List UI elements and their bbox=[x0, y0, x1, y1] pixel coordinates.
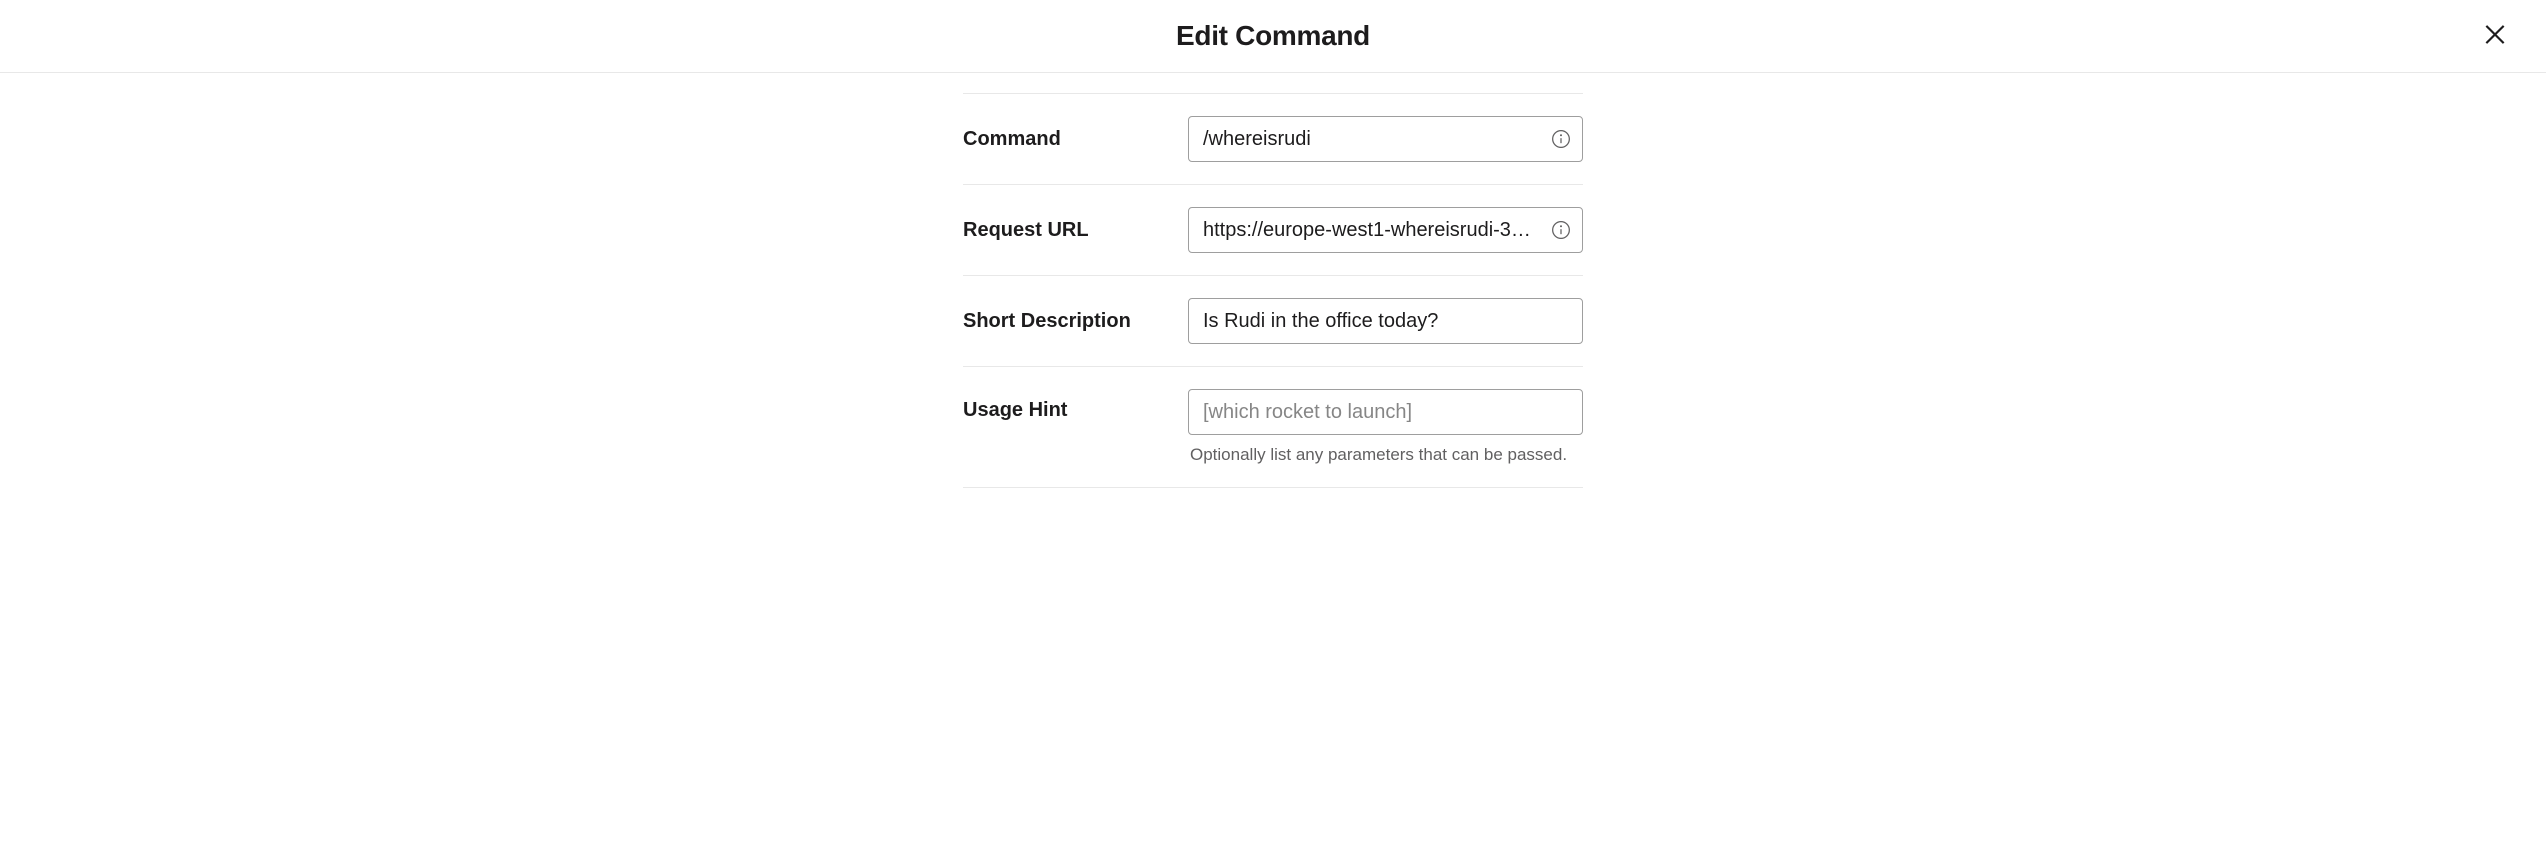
command-field bbox=[1188, 116, 1583, 162]
form-container: Command Request URL bbox=[963, 73, 1583, 488]
short-description-input[interactable] bbox=[1188, 298, 1583, 344]
close-icon bbox=[2482, 22, 2508, 51]
short-description-label: Short Description bbox=[963, 310, 1188, 333]
usage-hint-help-text: Optionally list any parameters that can … bbox=[1188, 445, 1583, 465]
usage-hint-label: Usage Hint bbox=[963, 389, 1188, 422]
command-row: Command bbox=[963, 93, 1583, 185]
usage-hint-row: Usage Hint Optionally list any parameter… bbox=[963, 367, 1583, 488]
short-description-input-wrapper bbox=[1188, 298, 1583, 344]
request-url-row: Request URL bbox=[963, 185, 1583, 276]
command-input[interactable] bbox=[1188, 116, 1583, 162]
usage-hint-field: Optionally list any parameters that can … bbox=[1188, 389, 1583, 465]
command-input-wrapper bbox=[1188, 116, 1583, 162]
request-url-input-wrapper bbox=[1188, 207, 1583, 253]
usage-hint-input[interactable] bbox=[1188, 389, 1583, 435]
request-url-field bbox=[1188, 207, 1583, 253]
short-description-row: Short Description bbox=[963, 276, 1583, 367]
info-icon[interactable] bbox=[1551, 220, 1571, 240]
modal-header: Edit Command bbox=[0, 0, 2546, 73]
usage-hint-input-wrapper bbox=[1188, 389, 1583, 435]
request-url-label: Request URL bbox=[963, 219, 1188, 242]
request-url-input[interactable] bbox=[1188, 207, 1583, 253]
info-icon[interactable] bbox=[1551, 129, 1571, 149]
command-label: Command bbox=[963, 128, 1188, 151]
close-button[interactable] bbox=[2474, 14, 2516, 59]
short-description-field bbox=[1188, 298, 1583, 344]
modal-title: Edit Command bbox=[1176, 20, 1370, 52]
